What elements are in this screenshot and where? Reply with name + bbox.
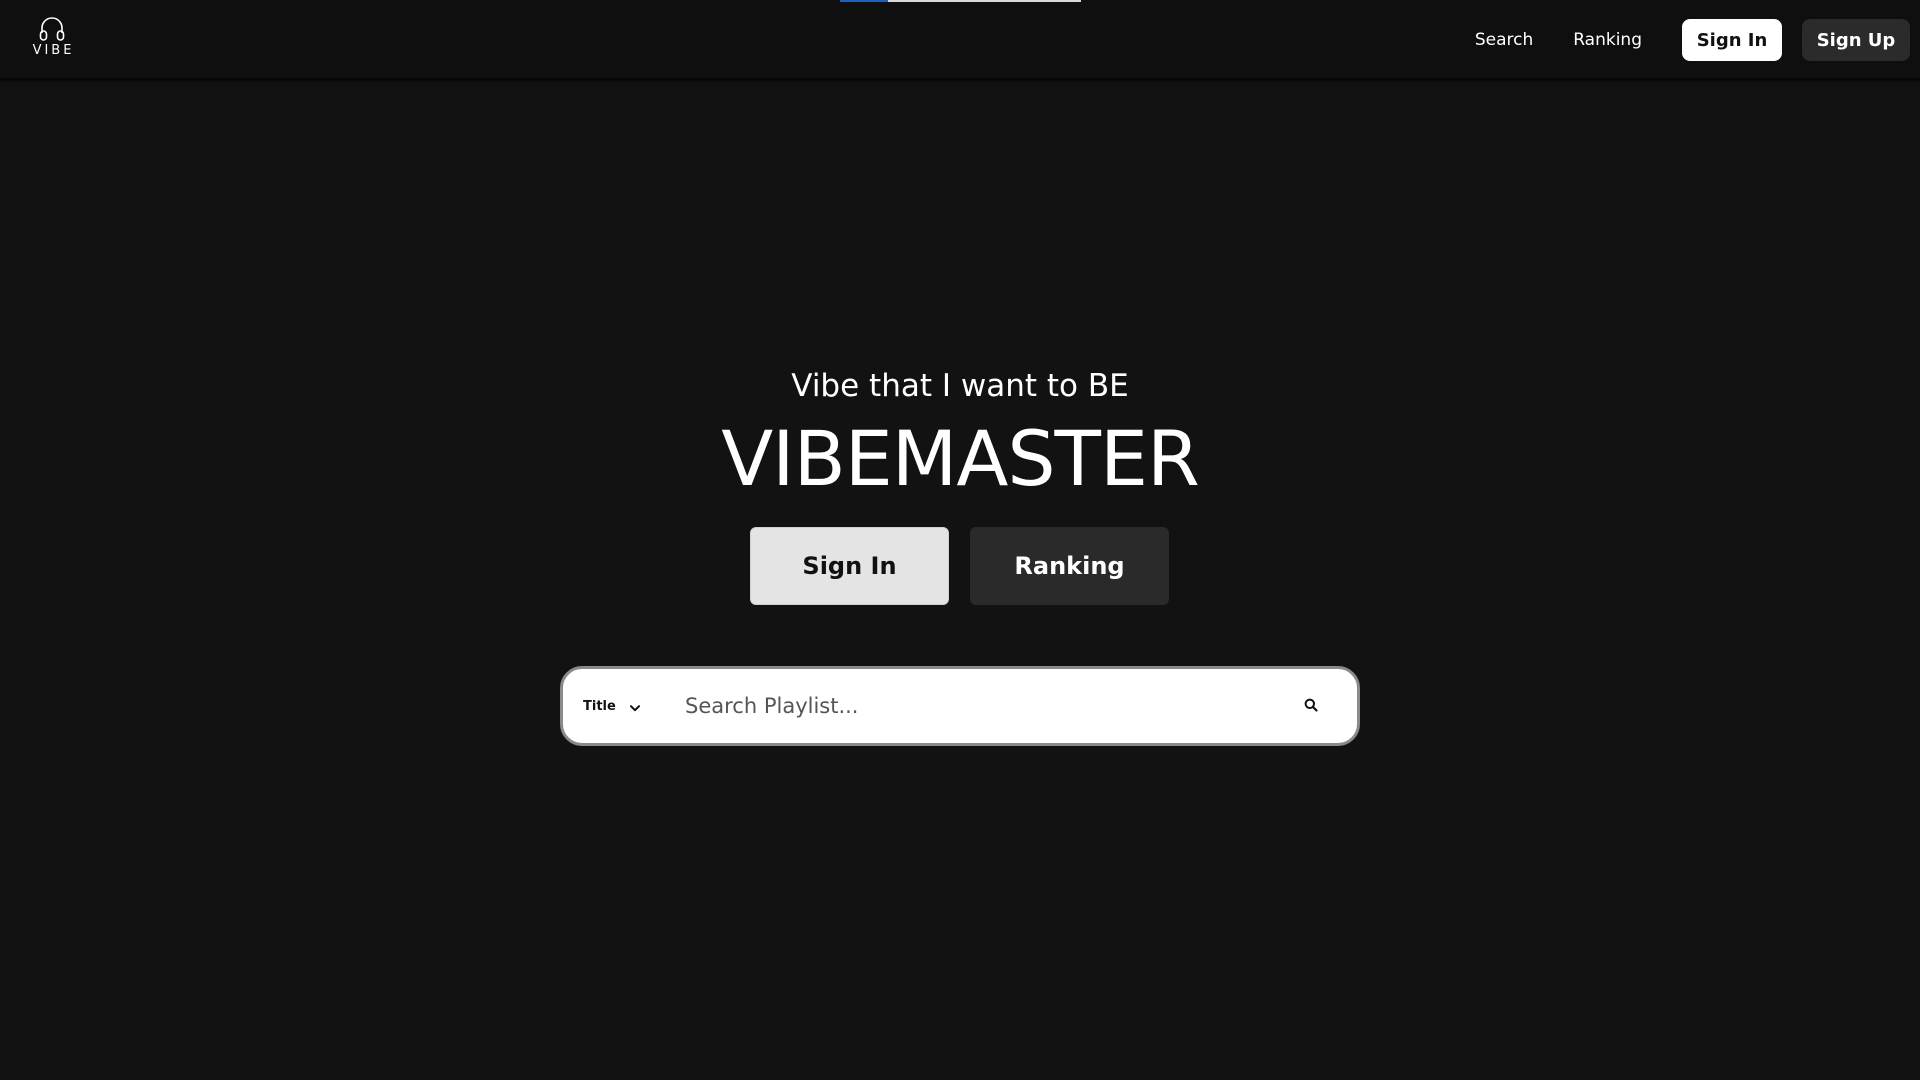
search-input[interactable] — [671, 676, 1291, 736]
playlist-search-bar: Title — [560, 666, 1360, 746]
chevron-down-icon — [629, 697, 640, 716]
header-nav: Search Ranking Sign In Sign Up — [1475, 0, 1920, 80]
hero-ranking-button[interactable]: Ranking — [970, 527, 1169, 605]
logo-text: VIBE — [32, 43, 75, 58]
top-navigation-bar: VIBE Search Ranking Sign In Sign Up — [0, 0, 1920, 80]
headphones-icon — [37, 16, 67, 42]
nav-search-link[interactable]: Search — [1475, 30, 1533, 50]
search-button[interactable] — [1291, 686, 1331, 726]
logo[interactable]: VIBE — [24, 16, 80, 64]
page-loading-bar-fill — [840, 0, 888, 2]
page-loading-bar — [840, 0, 1081, 2]
hero-button-group: Sign In Ranking — [750, 527, 1170, 605]
search-filter-select[interactable]: Title — [583, 686, 671, 726]
header-sign-up-button[interactable]: Sign Up — [1802, 19, 1910, 61]
hero-sign-in-button[interactable]: Sign In — [750, 527, 949, 605]
nav-ranking-link[interactable]: Ranking — [1573, 30, 1642, 50]
search-filter-label: Title — [583, 698, 616, 714]
search-icon — [1304, 697, 1318, 716]
hero-tagline: Vibe that I want to BE — [791, 368, 1129, 404]
hero-section: Vibe that I want to BE VIBEMASTER Sign I… — [0, 0, 1920, 1080]
header-sign-in-button[interactable]: Sign In — [1682, 19, 1782, 61]
hero-title: VIBEMASTER — [721, 414, 1200, 503]
